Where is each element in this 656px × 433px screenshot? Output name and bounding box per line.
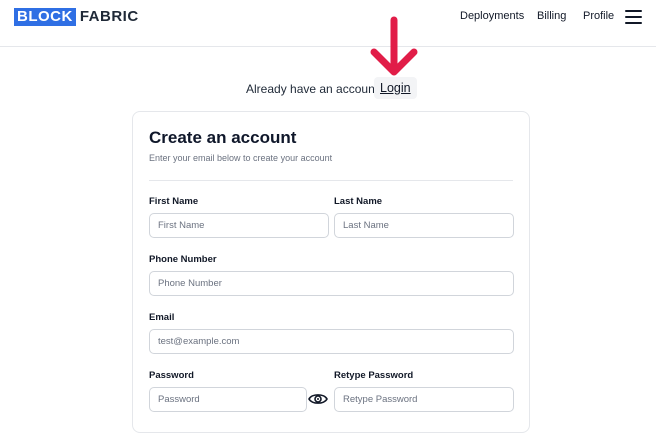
email-input[interactable]: [149, 329, 514, 354]
nav-link-deployments[interactable]: Deployments: [460, 10, 524, 22]
first-name-input[interactable]: [149, 213, 329, 238]
hamburger-menu-icon[interactable]: [625, 10, 642, 24]
signup-card: Create an account Enter your email below…: [132, 111, 530, 433]
account-prompt-text: Already have an account?: [246, 82, 385, 96]
eye-icon[interactable]: [308, 391, 328, 407]
account-prompt: Already have an account? Login: [0, 77, 656, 100]
nav-link-profile[interactable]: Profile: [583, 10, 614, 22]
top-navbar: BLOCK FABRIC Deployments Billing Profile: [0, 0, 656, 47]
phone-label: Phone Number: [149, 254, 217, 265]
nav-link-billing[interactable]: Billing: [537, 10, 566, 22]
login-link[interactable]: Login: [374, 77, 417, 99]
password-label: Password: [149, 370, 194, 381]
password-input[interactable]: [149, 387, 307, 412]
last-name-input[interactable]: [334, 213, 514, 238]
first-name-label: First Name: [149, 196, 199, 207]
logo-block-text: BLOCK: [14, 8, 76, 26]
divider: [149, 180, 513, 181]
last-name-label: Last Name: [334, 196, 383, 207]
logo-fabric-text: FABRIC: [79, 8, 139, 25]
retype-password-label: Retype Password: [334, 370, 414, 381]
form-subtitle: Enter your email below to create your ac…: [149, 153, 333, 163]
logo[interactable]: BLOCK FABRIC: [14, 8, 139, 26]
retype-password-input[interactable]: [334, 387, 514, 412]
form-title: Create an account: [149, 128, 297, 147]
phone-input[interactable]: [149, 271, 514, 296]
email-label: Email: [149, 312, 175, 323]
down-arrow-annotation-icon: [370, 16, 418, 76]
